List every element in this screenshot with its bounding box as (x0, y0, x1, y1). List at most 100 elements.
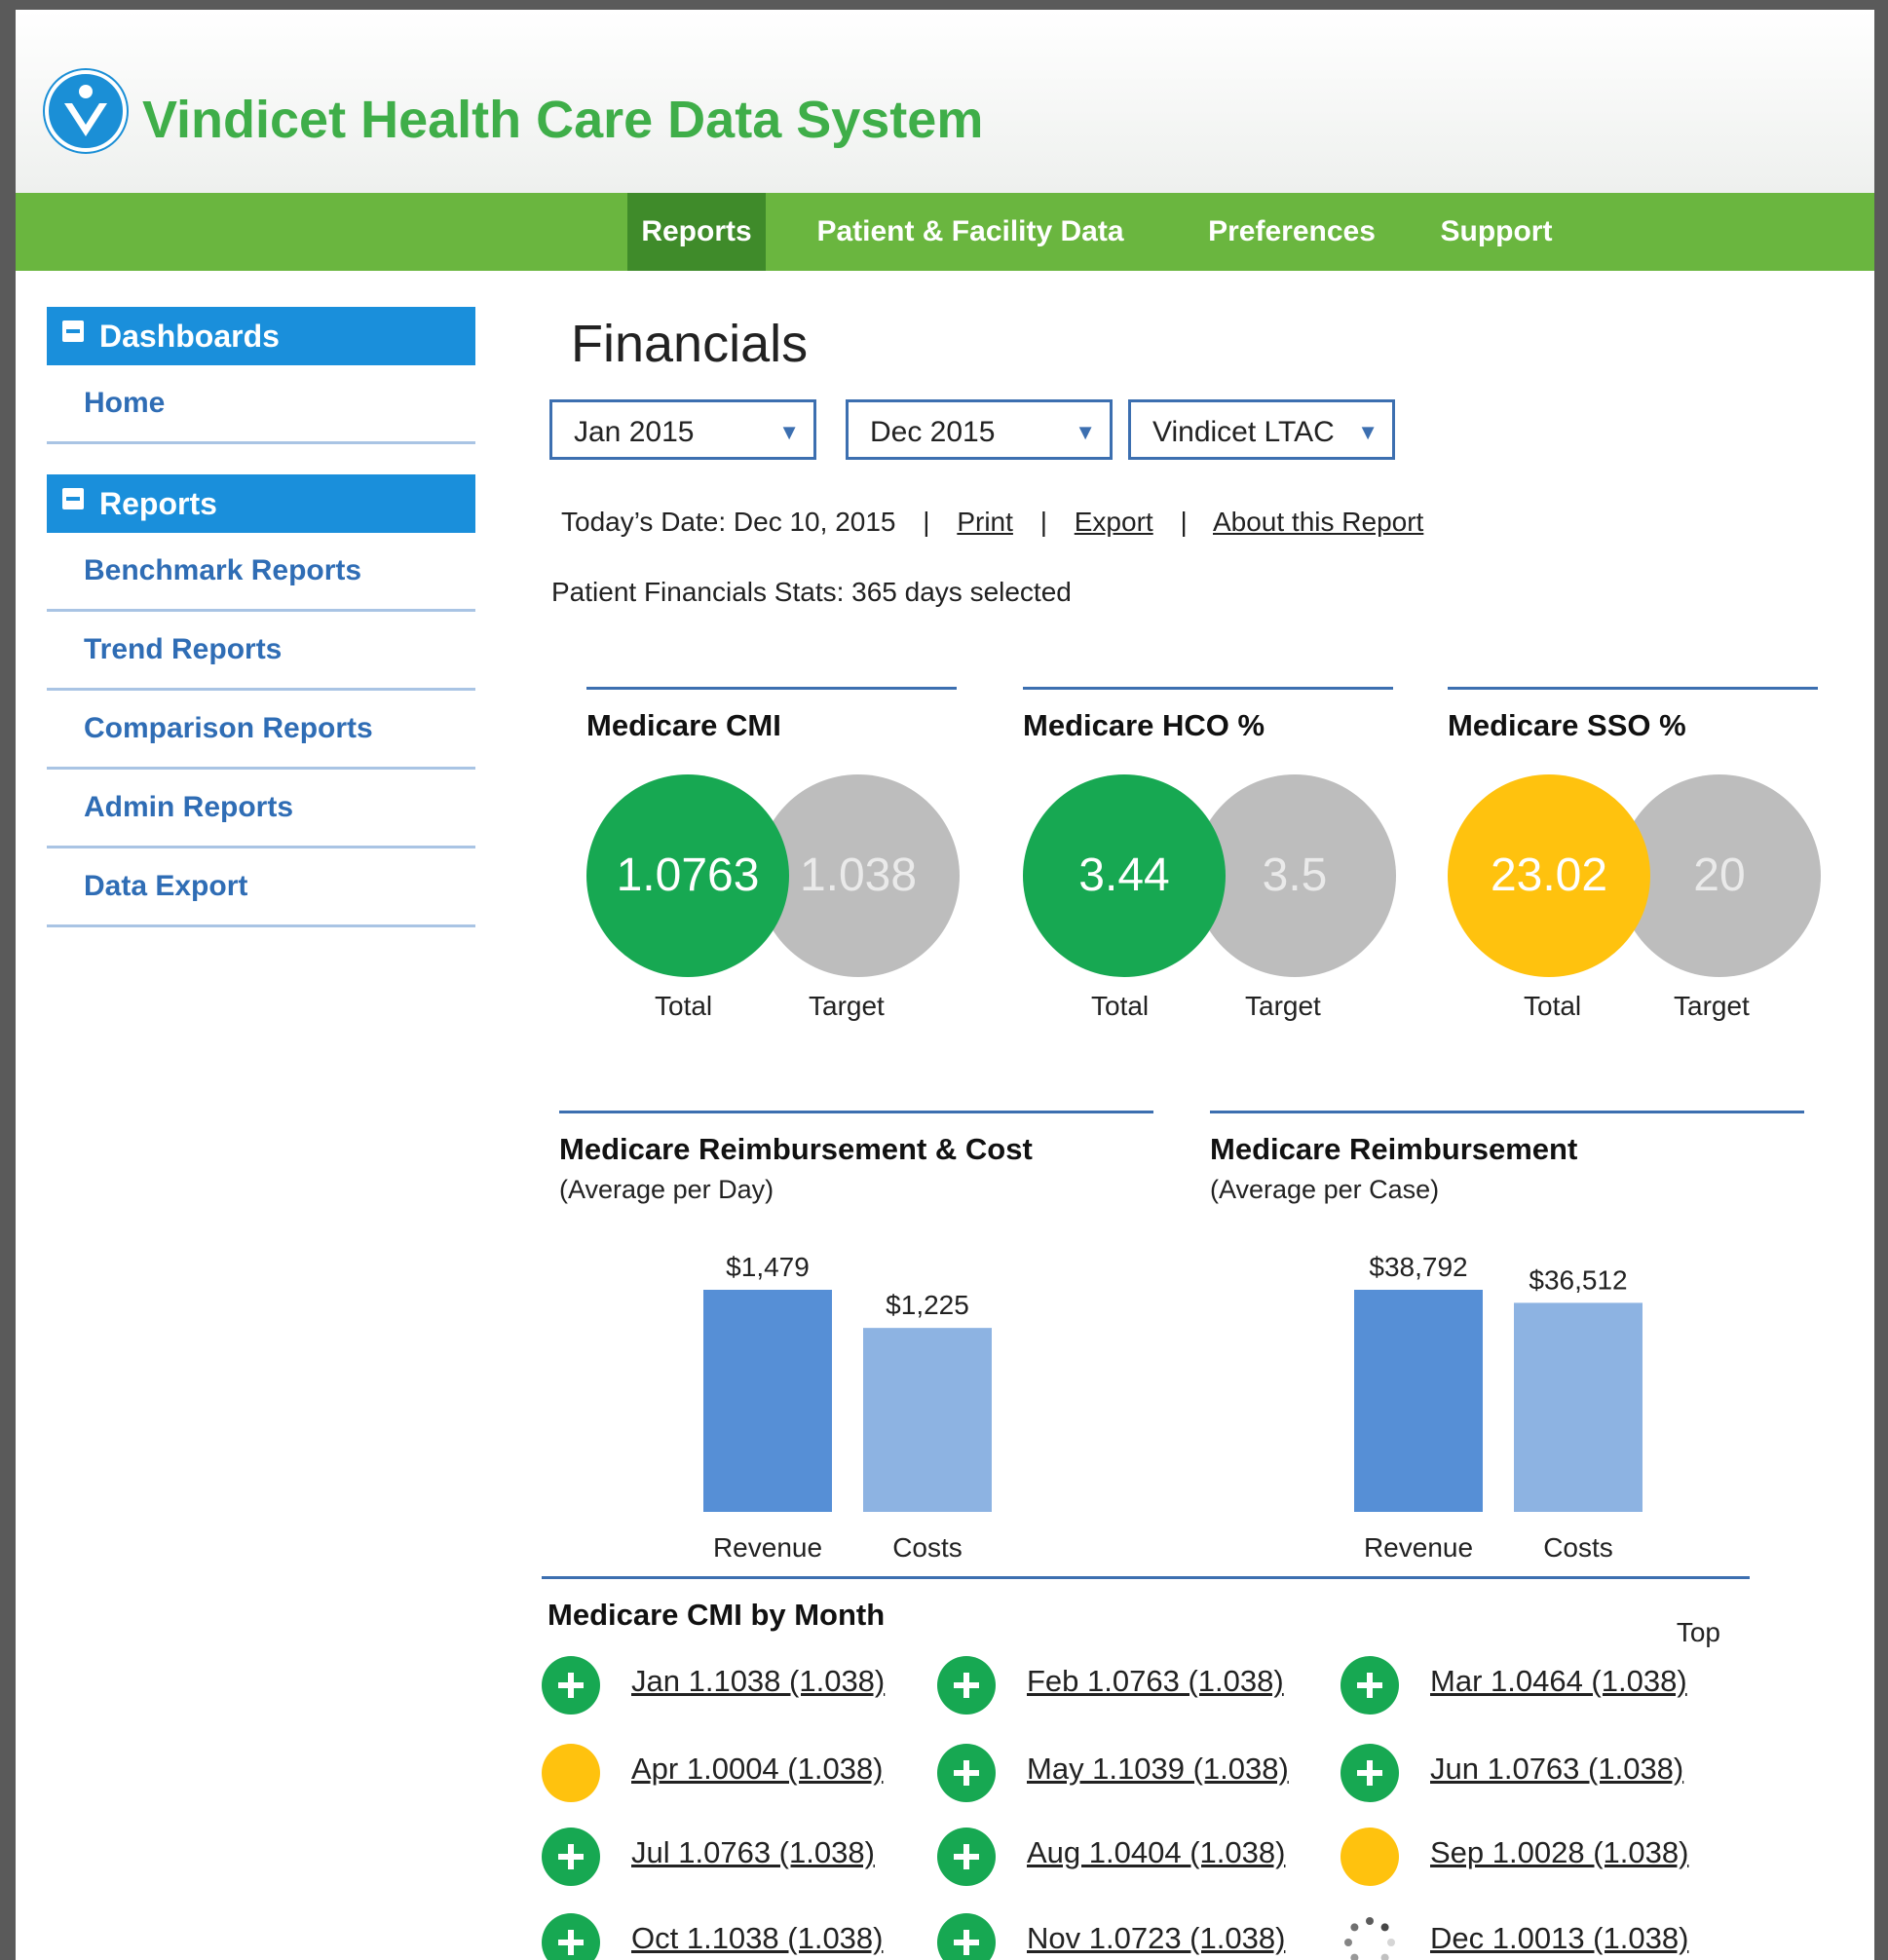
kpi-title: Medicare CMI (586, 708, 781, 742)
sidebar-item-home[interactable]: Home (47, 365, 475, 444)
app-window: Vindicet Health Care Data System Reports… (16, 10, 1874, 1960)
nav-patient-facility-data[interactable]: Patient & Facility Data (795, 193, 1146, 271)
section-rule (1023, 687, 1393, 690)
separator: | (1180, 507, 1188, 537)
main-nav: Reports Patient & Facility Data Preferen… (16, 193, 1874, 271)
separator: | (1039, 507, 1047, 537)
month-cmi-link[interactable]: Apr 1.0004 (1.038) (631, 1752, 884, 1787)
bar-chart-svg: $38,792 Revenue $36,512 Costs (1354, 1252, 1643, 1563)
plus-status-icon (1340, 1744, 1399, 1802)
plus-status-icon (1340, 1656, 1399, 1715)
report-toolbar: Today’s Date: Dec 10, 2015 | Print | Exp… (561, 507, 1423, 538)
bar-revenue (703, 1290, 832, 1512)
plus-status-icon (937, 1656, 996, 1715)
select-value: Dec 2015 (870, 416, 996, 448)
section-rule (586, 687, 957, 690)
kpi-target-label: Target (1245, 991, 1321, 1021)
sidebar-item-data-export[interactable]: Data Export (47, 848, 475, 927)
app-header: Vindicet Health Care Data System (16, 10, 1874, 193)
kpi-medicare-hco: Medicare HCO % 3.44 3.5 Total Target (1023, 687, 1396, 1037)
collapse-icon[interactable] (62, 488, 84, 509)
month-cmi-link[interactable]: Nov 1.0723 (1.038) (1027, 1921, 1285, 1956)
top-link[interactable]: Top (1677, 1617, 1720, 1648)
nav-preferences[interactable]: Preferences (1194, 193, 1389, 271)
kpi-title: Medicare SSO % (1448, 708, 1686, 742)
kpi-medicare-sso: Medicare SSO % 23.02 20 Total Target (1448, 687, 1821, 1037)
kpi-title: Medicare HCO % (1023, 708, 1265, 742)
vindicet-logo-icon (43, 68, 129, 154)
section-title: Medicare CMI by Month (548, 1598, 886, 1632)
dropdown-arrow-icon[interactable]: ▼ (1357, 402, 1378, 463)
month-cmi-link[interactable]: Aug 1.0404 (1.038) (1027, 1835, 1285, 1870)
bar-chart-svg: $1,479 Revenue $1,225 Costs (703, 1252, 992, 1563)
plus-status-icon (542, 1656, 600, 1715)
separator: | (923, 507, 930, 537)
warning-status-icon (542, 1744, 600, 1802)
bar-costs (863, 1328, 992, 1512)
sidebar-section-label: Dashboards (99, 319, 280, 354)
dropdown-arrow-icon[interactable]: ▼ (1075, 402, 1096, 463)
plus-status-icon (937, 1744, 996, 1802)
kpi-total-label: Total (1091, 991, 1150, 1021)
about-report-link[interactable]: About this Report (1213, 507, 1423, 537)
facility-select[interactable]: Vindicet LTAC ▼ (1128, 399, 1395, 460)
collapse-icon[interactable] (62, 320, 84, 342)
bar-category-label: Costs (1543, 1532, 1613, 1563)
bar-revenue (1354, 1290, 1483, 1512)
sidebar-section-reports[interactable]: Reports (47, 474, 475, 533)
sidebar-section-dashboards[interactable]: Dashboards (47, 307, 475, 365)
select-value: Vindicet LTAC (1152, 416, 1335, 448)
reimbursement-chart: Medicare Reimbursement (Average per Case… (1210, 1111, 1804, 1568)
month-cmi-link[interactable]: Mar 1.0464 (1.038) (1430, 1664, 1687, 1699)
plus-status-icon (542, 1913, 600, 1960)
plus-status-icon (937, 1913, 996, 1960)
bar-value-label: $38,792 (1369, 1252, 1467, 1282)
month-cmi-link[interactable]: Jan 1.1038 (1.038) (631, 1664, 885, 1699)
page-title: Financials (571, 315, 809, 373)
month-cmi-link[interactable]: Oct 1.1038 (1.038) (631, 1921, 884, 1956)
kpi-total-label: Total (655, 991, 713, 1021)
plus-status-icon (542, 1828, 600, 1886)
kpi-target-label: Target (809, 991, 885, 1021)
stats-text: Patient Financials Stats: 365 days selec… (551, 577, 1072, 607)
kpi-target-label: Target (1674, 991, 1750, 1021)
month-cmi-link[interactable]: Jul 1.0763 (1.038) (631, 1835, 875, 1870)
loading-spinner-icon (1340, 1913, 1399, 1960)
bar-costs (1514, 1302, 1643, 1512)
month-cmi-link[interactable]: Jun 1.0763 (1.038) (1430, 1752, 1683, 1787)
warning-status-icon (1340, 1828, 1399, 1886)
bar-category-label: Revenue (713, 1532, 822, 1563)
section-rule (1448, 687, 1818, 690)
plus-status-icon (937, 1828, 996, 1886)
print-link[interactable]: Print (957, 507, 1013, 537)
kpi-total-circle: 23.02 (1448, 774, 1650, 977)
start-month-select[interactable]: Jan 2015 ▼ (549, 399, 816, 460)
sidebar-section-label: Reports (99, 486, 217, 521)
month-cmi-link[interactable]: Sep 1.0028 (1.038) (1430, 1835, 1688, 1870)
app-title: Vindicet Health Care Data System (142, 91, 984, 149)
reimbursement-cost-chart: Medicare Reimbursement & Cost (Average p… (559, 1111, 1153, 1568)
sidebar-item-admin-reports[interactable]: Admin Reports (47, 770, 475, 848)
bar-value-label: $1,479 (726, 1252, 810, 1282)
sidebar-item-trend-reports[interactable]: Trend Reports (47, 612, 475, 691)
nav-reports[interactable]: Reports (627, 193, 766, 271)
kpi-total-circle: 1.0763 (586, 774, 789, 977)
dropdown-arrow-icon[interactable]: ▼ (778, 402, 800, 463)
kpi-medicare-cmi: Medicare CMI 1.0763 1.038 Total Target (586, 687, 960, 1037)
select-value: Jan 2015 (574, 416, 695, 448)
end-month-select[interactable]: Dec 2015 ▼ (846, 399, 1113, 460)
month-cmi-link[interactable]: May 1.1039 (1.038) (1027, 1752, 1289, 1787)
section-rule (542, 1576, 1750, 1579)
month-cmi-link[interactable]: Dec 1.0013 (1.038) (1430, 1921, 1688, 1956)
todays-date: Today’s Date: Dec 10, 2015 (561, 507, 896, 537)
kpi-total-circle: 3.44 (1023, 774, 1226, 977)
bar-value-label: $1,225 (886, 1290, 969, 1320)
month-cmi-link[interactable]: Feb 1.0763 (1.038) (1027, 1664, 1284, 1699)
kpi-total-label: Total (1524, 991, 1582, 1021)
bar-category-label: Costs (892, 1532, 963, 1563)
sidebar-item-benchmark-reports[interactable]: Benchmark Reports (47, 533, 475, 612)
export-link[interactable]: Export (1075, 507, 1153, 537)
bar-value-label: $36,512 (1529, 1264, 1627, 1295)
sidebar-item-comparison-reports[interactable]: Comparison Reports (47, 691, 475, 770)
nav-support[interactable]: Support (1428, 193, 1565, 271)
